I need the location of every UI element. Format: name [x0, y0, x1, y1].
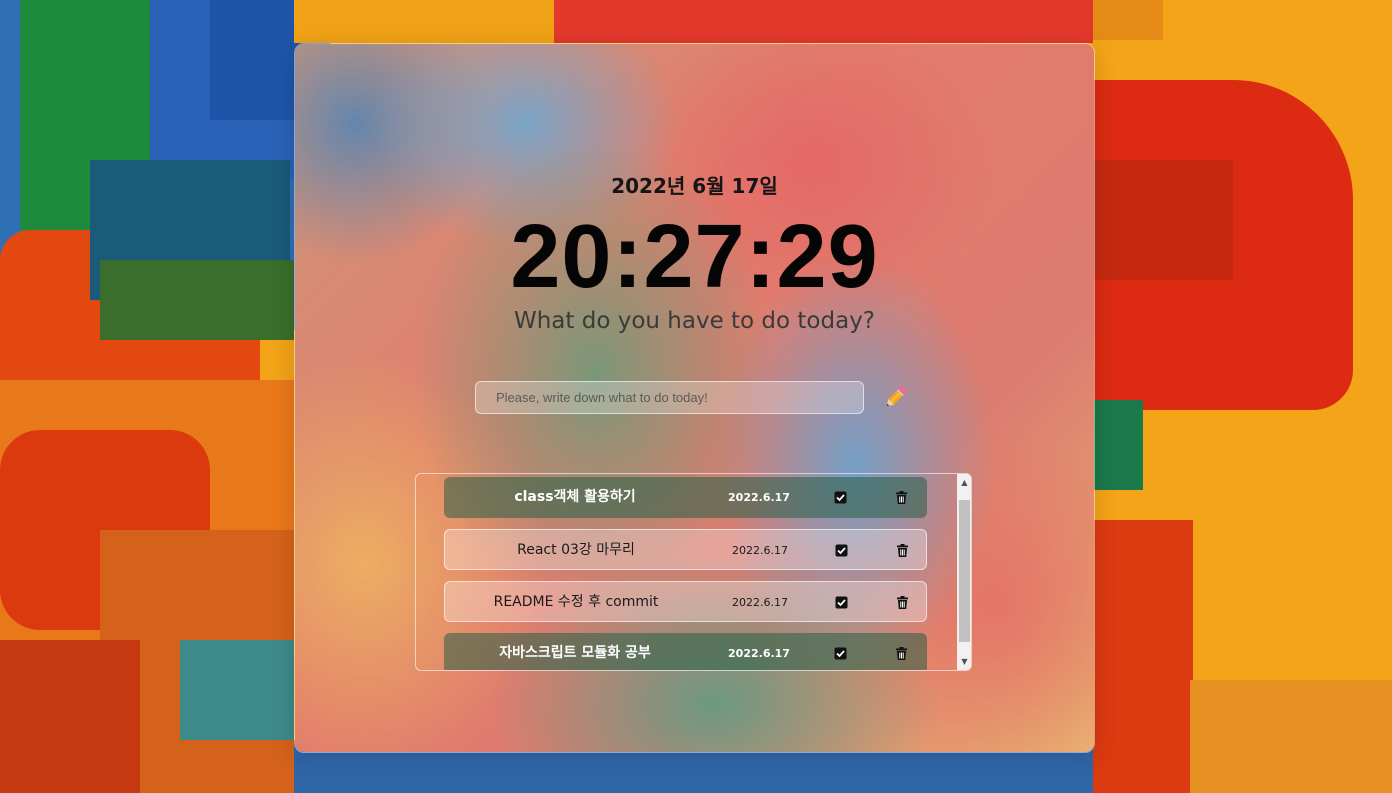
todo-title: 자바스크립트 모듈화 공부 [499, 645, 651, 661]
check-square-icon[interactable] [834, 543, 849, 558]
todo-prompt-heading: What do you have to do today? [513, 308, 876, 334]
check-square-icon[interactable] [834, 595, 849, 610]
scrollbar-thumb[interactable] [959, 500, 970, 642]
todo-date: 2022.6.17 [728, 647, 790, 660]
todo-title: React 03강 마무리 [517, 542, 635, 558]
arrow-down-icon[interactable]: ▼ [957, 653, 971, 670]
todo-item: README 수정 후 commit 2022.6.17 [444, 581, 927, 622]
clock-todo-panel: 2022년 6월 17일 20:27:29 What do you have t… [294, 43, 1095, 753]
todo-input[interactable] [475, 381, 864, 414]
todo-item: React 03강 마무리 2022.6.17 [444, 529, 927, 570]
todo-date: 2022.6.17 [728, 491, 790, 504]
pencil-icon[interactable] [881, 382, 911, 412]
todo-item: class객체 활용하기 2022.6.17 [444, 477, 927, 518]
todo-date: 2022.6.17 [732, 544, 788, 557]
date-display: 2022년 6월 17일 [611, 174, 778, 198]
clock-display: 20:27:29 [510, 207, 879, 307]
trash-icon[interactable] [894, 490, 909, 505]
todo-title: class객체 활용하기 [514, 489, 636, 505]
todo-list-scrollbar[interactable]: ▲ ▼ [957, 474, 971, 670]
trash-icon[interactable] [895, 543, 910, 558]
todo-list: class객체 활용하기 2022.6.17 React 03강 마무리 202… [415, 473, 972, 671]
todo-date: 2022.6.17 [732, 596, 788, 609]
check-square-icon[interactable] [833, 646, 848, 661]
todo-item: 자바스크립트 모듈화 공부 2022.6.17 [444, 633, 927, 670]
trash-icon[interactable] [894, 646, 909, 661]
trash-icon[interactable] [895, 595, 910, 610]
arrow-up-icon[interactable]: ▲ [957, 474, 971, 491]
todo-title: README 수정 후 commit [493, 594, 659, 610]
check-square-icon[interactable] [833, 490, 848, 505]
